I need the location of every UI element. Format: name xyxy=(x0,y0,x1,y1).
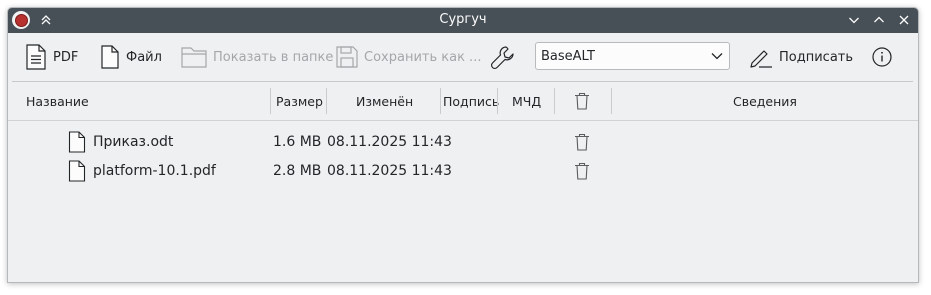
show-in-folder-button[interactable]: Показать в папке xyxy=(181,43,333,71)
maximize-button[interactable] xyxy=(869,10,889,30)
file-list: Приказ.odt 1.6 MB 08.11.2025 11:43 platf… xyxy=(8,121,918,282)
pdf-button-label: PDF xyxy=(53,49,79,65)
file-modified: 08.11.2025 11:43 xyxy=(327,134,452,150)
column-divider xyxy=(326,88,327,114)
column-divider xyxy=(270,88,271,114)
column-header-size[interactable]: Размер xyxy=(276,86,323,116)
toolbar: PDF Файл Показать в папке Сохранить как … xyxy=(8,33,918,81)
save-as-label: Сохранить как ... xyxy=(364,49,482,65)
column-header-mchd[interactable]: МЧД xyxy=(512,86,541,116)
file-button[interactable]: Файл xyxy=(100,43,162,71)
column-header-name[interactable]: Название xyxy=(26,86,89,116)
folder-icon xyxy=(181,47,207,68)
save-icon xyxy=(336,46,358,68)
wrench-icon xyxy=(490,46,514,70)
table-row[interactable]: platform-10.1.pdf 2.8 MB 08.11.2025 11:4… xyxy=(8,157,918,185)
column-header-delete[interactable] xyxy=(574,86,590,116)
file-size: 1.6 MB xyxy=(273,134,322,150)
file-icon xyxy=(68,157,86,185)
file-name: platform-10.1.pdf xyxy=(93,163,216,179)
save-as-button[interactable]: Сохранить как ... xyxy=(336,43,481,71)
column-divider xyxy=(440,88,441,114)
pdf-button[interactable]: PDF xyxy=(25,43,78,71)
column-header-signature[interactable]: Подпись xyxy=(443,86,499,116)
profile-select[interactable]: BaseALT xyxy=(535,42,730,70)
file-icon xyxy=(101,45,119,69)
column-divider xyxy=(497,88,498,114)
file-name: Приказ.odt xyxy=(93,134,174,150)
table-header: Название Размер Изменён Подпись МЧД Свед… xyxy=(8,86,918,116)
sign-button-label: Подписать xyxy=(779,49,854,65)
minimize-button[interactable] xyxy=(844,10,864,30)
file-button-label: Файл xyxy=(126,49,162,65)
column-divider xyxy=(554,88,555,114)
toolbar-separator xyxy=(12,81,913,82)
main-window: Сургуч PDF Файл Показать в папке Сохрани… xyxy=(7,7,919,283)
column-header-modified[interactable]: Изменён xyxy=(356,86,413,116)
chevron-down-icon xyxy=(711,53,723,60)
delete-row-icon[interactable] xyxy=(574,157,590,185)
table-row[interactable]: Приказ.odt 1.6 MB 08.11.2025 11:43 xyxy=(8,128,918,156)
pen-icon xyxy=(750,50,772,68)
settings-button[interactable] xyxy=(490,43,516,71)
delete-row-icon[interactable] xyxy=(574,128,590,156)
profile-select-value: BaseALT xyxy=(541,48,595,64)
column-header-details[interactable]: Сведения xyxy=(733,86,797,116)
close-button[interactable] xyxy=(894,10,914,30)
window-title: Сургуч xyxy=(439,12,487,27)
pdf-document-icon xyxy=(26,44,46,70)
column-divider xyxy=(611,88,612,114)
file-size: 2.8 MB xyxy=(273,163,322,179)
about-button[interactable] xyxy=(871,43,893,71)
file-modified: 08.11.2025 11:43 xyxy=(327,163,452,179)
sign-button[interactable]: Подписать xyxy=(749,43,853,71)
file-icon xyxy=(68,128,86,156)
show-in-folder-label: Показать в папке xyxy=(213,49,334,65)
title-bar: Сургуч xyxy=(8,8,918,33)
trash-icon xyxy=(575,92,589,110)
info-icon xyxy=(872,47,892,67)
